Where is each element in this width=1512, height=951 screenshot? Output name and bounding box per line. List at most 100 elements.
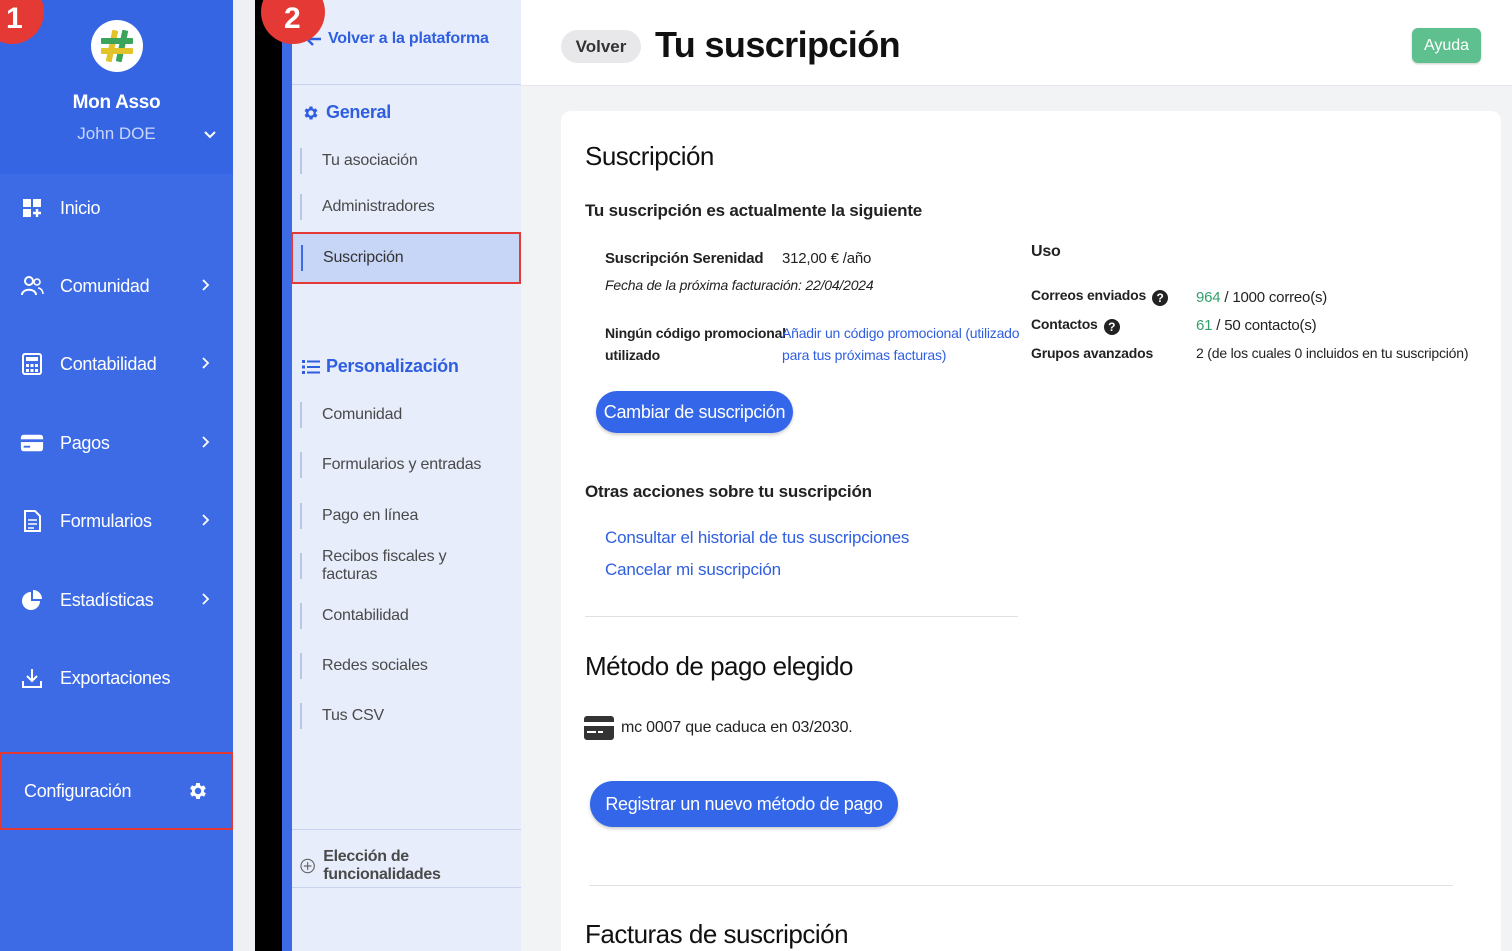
contacts-used: 61 [1196, 317, 1213, 334]
contacts-limit: / 50 contacto(s) [1212, 317, 1317, 334]
section-personalizacion-label: Personalización [326, 356, 459, 376]
nav-item-configuracion[interactable]: Configuración [0, 752, 233, 830]
settings-item-comunidad[interactable]: Comunidad [300, 402, 500, 428]
payment-method-row: mc 0007 que caduca en 03/2030. [583, 715, 853, 741]
nav-label: Configuración [24, 780, 132, 801]
download-icon [20, 666, 44, 690]
step-number: 2 [284, 2, 301, 35]
next-billing-date: Fecha de la próxima facturación: 22/04/2… [605, 277, 874, 293]
usage-title: Uso [1031, 243, 1061, 260]
credit-card-icon [20, 431, 44, 455]
divider [589, 885, 1453, 886]
help-button[interactable]: Ayuda [1412, 28, 1481, 63]
chevron-down-icon[interactable] [203, 128, 217, 142]
nav-item-inicio[interactable]: Inicio [0, 178, 233, 238]
promo-link-line1: Añadir un código promocional (utilizado [782, 325, 1020, 341]
register-payment-method-button[interactable]: Registrar un nuevo método de pago [590, 781, 898, 827]
nav-item-contabilidad[interactable]: Contabilidad [0, 334, 233, 394]
calculator-icon [20, 352, 44, 376]
settings-item-administradores[interactable]: Administradores [300, 194, 500, 220]
panel-edge [282, 0, 292, 951]
section-title-suscripcion: Suscripción [585, 141, 714, 171]
panel-gap [233, 0, 255, 951]
emails-sent-label: Correos enviados? [1031, 287, 1169, 306]
user-name: John DOE [77, 124, 156, 143]
subscription-intro: Tu suscripción es actualmente la siguien… [585, 201, 923, 220]
org-name: Mon Asso [72, 92, 161, 113]
nav-item-pagos[interactable]: Pagos [0, 413, 233, 473]
cancel-subscription-link[interactable]: Cancelar mi suscripción [605, 560, 781, 580]
groups-value: 2 (de los cuales 0 incluidos en tu suscr… [1196, 345, 1469, 361]
section-personalizacion: Personalización [302, 356, 459, 377]
back-button[interactable]: Volver [561, 30, 641, 63]
nav-label: Inicio [60, 197, 101, 218]
nav-item-formularios[interactable]: Formularios [0, 491, 233, 551]
other-actions-title: Otras acciones sobre tu suscripción [585, 482, 872, 501]
settings-item-redes-sociales[interactable]: Redes sociales [300, 653, 500, 679]
back-to-platform-link[interactable]: Volver a la plataforma [306, 30, 489, 48]
nav-label: Contabilidad [60, 353, 157, 374]
emails-label-text: Correos enviados [1031, 287, 1147, 303]
page-title: Tu suscripción [655, 24, 901, 65]
chevron-right-icon [202, 436, 210, 448]
nav-item-exportaciones[interactable]: Exportaciones [0, 648, 233, 708]
nav-label: Estadísticas [60, 589, 154, 610]
settings-panel: Volver a la plataforma General Tu asocia… [282, 0, 521, 951]
promo-link-line2: para tus próximas facturas) [782, 347, 947, 363]
list-icon [302, 359, 320, 374]
settings-item-active[interactable]: Suscripción [291, 232, 521, 284]
gear-icon [190, 783, 206, 799]
main-content: Volver Tu suscripción Ayuda Suscripción … [521, 0, 1512, 951]
settings-item-tus-csv[interactable]: Tus CSV [300, 703, 500, 729]
feature-choice-link[interactable]: Elección de funcionalidades [300, 848, 521, 884]
settings-item-suscripcion[interactable]: Suscripción [301, 245, 501, 271]
org-logo-icon [90, 20, 143, 72]
nav-label: Pagos [60, 432, 110, 453]
help-circle-icon[interactable]: ? [1152, 290, 1169, 306]
subscription-history-link[interactable]: Consultar el historial de tus suscripcio… [605, 528, 909, 548]
settings-item-formularios[interactable]: Formularios y entradas [300, 452, 500, 478]
credit-card-icon [584, 716, 614, 740]
chevron-right-icon [202, 514, 210, 526]
settings-item-contabilidad[interactable]: Contabilidad [300, 603, 500, 629]
settings-item-recibos[interactable]: Recibos fiscales y facturas [300, 548, 500, 583]
groups-label: Grupos avanzados [1031, 345, 1154, 361]
promo-status-line2: utilizado [605, 347, 660, 363]
main-sidebar: Mon Asso John DOE Inicio Comunidad Conta… [0, 0, 233, 951]
help-circle-icon[interactable]: ? [1103, 319, 1120, 335]
section-general-label: General [326, 102, 391, 122]
nav-item-comunidad[interactable]: Comunidad [0, 256, 233, 316]
feature-choice-label: Elección de funcionalidades [323, 848, 441, 883]
chevron-right-icon [202, 279, 210, 291]
plan-name: Suscripción Serenidad [605, 250, 764, 267]
plan-price: 312,00 € /año [782, 250, 872, 267]
panel-divider [255, 0, 282, 951]
dashboard-icon [20, 196, 44, 220]
nav-label: Comunidad [60, 275, 150, 296]
contacts-label-text: Contactos [1031, 316, 1098, 332]
change-subscription-button[interactable]: Cambiar de suscripción [596, 391, 793, 433]
pie-chart-icon [20, 588, 44, 612]
payment-card-text: mc 0007 que caduca en 03/2030. [621, 719, 853, 736]
divider [292, 84, 521, 85]
nav-item-estadisticas[interactable]: Estadísticas [0, 570, 233, 630]
subscription-card: Suscripción Tu suscripción es actualment… [561, 111, 1501, 951]
emails-usage-value: 964 / 1000 correo(s) [1196, 289, 1327, 306]
add-promo-code-link[interactable]: Añadir un código promocional (utilizado … [782, 322, 1020, 366]
users-icon [20, 274, 44, 298]
emails-used: 964 [1196, 289, 1221, 306]
chevron-right-icon [202, 593, 210, 605]
promo-status-line1: Ningún código promocional [605, 325, 786, 341]
emails-limit: / 1000 correo(s) [1220, 289, 1328, 306]
page-header: Volver Tu suscripción Ayuda [521, 0, 1512, 86]
settings-item-pago-en-linea[interactable]: Pago en línea [300, 503, 500, 529]
divider [292, 829, 521, 830]
settings-item-tu-asociacion[interactable]: Tu asociación [300, 148, 500, 174]
back-link-label: Volver a la plataforma [328, 30, 489, 47]
section-title-payment: Método de pago elegido [585, 651, 854, 681]
step-number: 1 [6, 2, 23, 35]
plus-circle-icon [300, 858, 315, 874]
section-general: General [302, 102, 391, 123]
contacts-usage-value: 61 / 50 contacto(s) [1196, 317, 1317, 334]
gear-icon [304, 105, 318, 120]
